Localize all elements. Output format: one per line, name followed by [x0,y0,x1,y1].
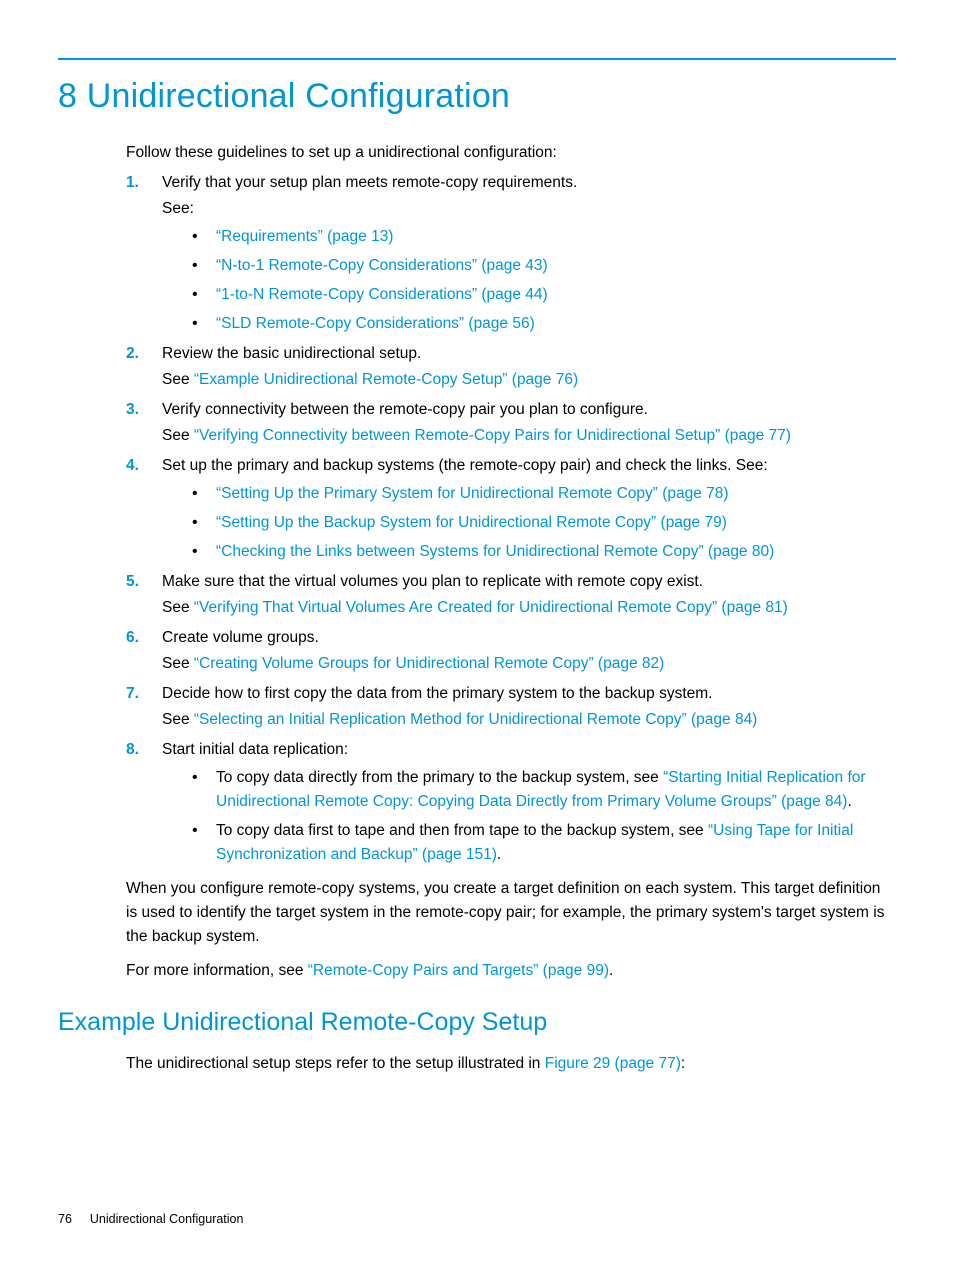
see-line: See “Example Unidirectional Remote-Copy … [162,368,896,392]
list-item: “Setting Up the Primary System for Unidi… [192,482,896,506]
see-line: See “Creating Volume Groups for Unidirec… [162,652,896,676]
page-number: 76 [58,1212,72,1226]
steps-list: Verify that your setup plan meets remote… [126,171,896,867]
step-text: Create volume groups. [162,626,896,650]
xref-link[interactable]: “Requirements” (page 13) [216,228,393,245]
step-4: Set up the primary and backup systems (t… [126,454,896,564]
top-rule [58,58,896,60]
bullet-prefix: To copy data directly from the primary t… [216,769,663,786]
step-text: Verify connectivity between the remote-c… [162,398,896,422]
step-6: Create volume groups. See “Creating Volu… [126,626,896,676]
step-1-bullets: “Requirements” (page 13) “N-to-1 Remote-… [192,225,896,336]
bullet-prefix: To copy data first to tape and then from… [216,822,708,839]
step-text: Verify that your setup plan meets remote… [162,171,896,195]
xref-link[interactable]: “Setting Up the Primary System for Unidi… [216,485,729,502]
step-1: Verify that your setup plan meets remote… [126,171,896,336]
page-footer: 76 Unidirectional Configuration [58,1210,243,1229]
list-item: “SLD Remote-Copy Considerations” (page 5… [192,312,896,336]
see-line: See “Verifying Connectivity between Remo… [162,424,896,448]
xref-link[interactable]: “Selecting an Initial Replication Method… [194,711,757,728]
xref-link[interactable]: “Verifying That Virtual Volumes Are Crea… [194,599,788,616]
body-paragraph: When you configure remote-copy systems, … [126,877,886,949]
step-5: Make sure that the virtual volumes you p… [126,570,896,620]
step-3: Verify connectivity between the remote-c… [126,398,896,448]
see-label: See: [162,197,896,221]
xref-link[interactable]: “Creating Volume Groups for Unidirection… [194,655,664,672]
xref-link[interactable]: “Example Unidirectional Remote-Copy Setu… [194,371,578,388]
step-text: Make sure that the virtual volumes you p… [162,570,896,594]
list-item: “Checking the Links between Systems for … [192,540,896,564]
bullet-suffix: . [497,846,501,863]
xref-link[interactable]: “1-to-N Remote-Copy Considerations” (pag… [216,286,548,303]
list-item: To copy data directly from the primary t… [192,766,896,814]
xref-link[interactable]: “SLD Remote-Copy Considerations” (page 5… [216,315,535,332]
list-item: To copy data first to tape and then from… [192,819,896,867]
see-line: See “Verifying That Virtual Volumes Are … [162,596,896,620]
section-heading: Example Unidirectional Remote-Copy Setup [58,1003,896,1042]
xref-link[interactable]: Figure 29 (page 77) [545,1055,681,1072]
step-7: Decide how to first copy the data from t… [126,682,896,732]
step-4-bullets: “Setting Up the Primary System for Unidi… [192,482,896,564]
step-8: Start initial data replication: To copy … [126,738,896,867]
step-text: Set up the primary and backup systems (t… [162,454,896,478]
page-title: 8 Unidirectional Configuration [58,70,896,123]
body-paragraph: For more information, see “Remote-Copy P… [126,959,886,983]
bullet-suffix: . [847,793,851,810]
step-text: Start initial data replication: [162,738,896,762]
section-intro: The unidirectional setup steps refer to … [126,1052,896,1076]
footer-title: Unidirectional Configuration [90,1212,244,1226]
list-item: “N-to-1 Remote-Copy Considerations” (pag… [192,254,896,278]
step-text: Review the basic unidirectional setup. [162,342,896,366]
xref-link[interactable]: “N-to-1 Remote-Copy Considerations” (pag… [216,257,548,274]
list-item: “Setting Up the Backup System for Unidir… [192,511,896,535]
step-8-bullets: To copy data directly from the primary t… [192,766,896,867]
list-item: “1-to-N Remote-Copy Considerations” (pag… [192,283,896,307]
see-line: See “Selecting an Initial Replication Me… [162,708,896,732]
step-text: Decide how to first copy the data from t… [162,682,896,706]
xref-link[interactable]: “Setting Up the Backup System for Unidir… [216,514,727,531]
step-2: Review the basic unidirectional setup. S… [126,342,896,392]
xref-link[interactable]: “Checking the Links between Systems for … [216,543,774,560]
list-item: “Requirements” (page 13) [192,225,896,249]
xref-link[interactable]: “Remote-Copy Pairs and Targets” (page 99… [308,962,609,979]
xref-link[interactable]: “Verifying Connectivity between Remote-C… [194,427,791,444]
intro-text: Follow these guidelines to set up a unid… [126,141,896,165]
